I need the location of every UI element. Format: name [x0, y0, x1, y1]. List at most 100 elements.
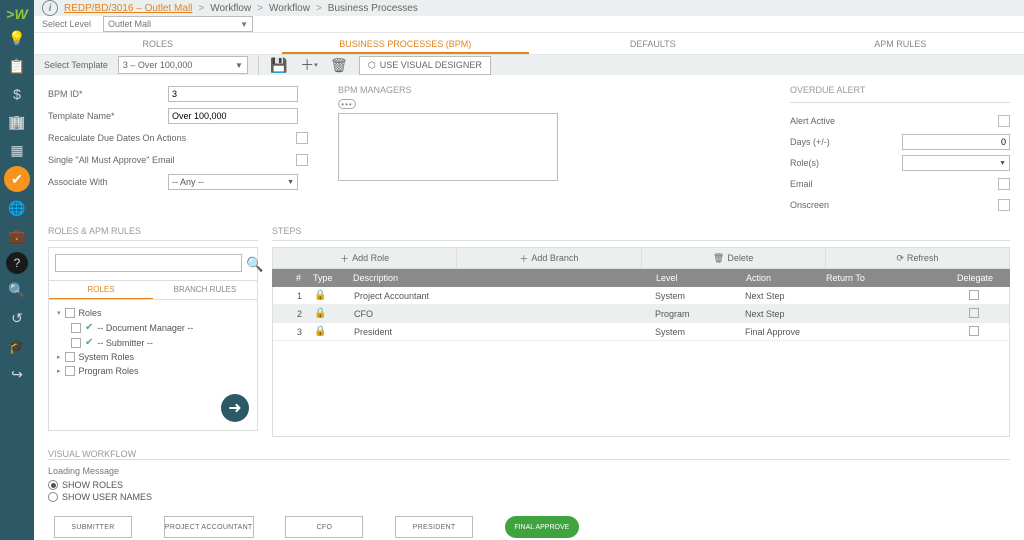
onscreen-checkbox[interactable] — [998, 199, 1010, 211]
caret-down-icon: ▼ — [240, 20, 248, 29]
steps-title: STEPS — [272, 226, 1010, 236]
plus-icon: ＋ — [340, 252, 349, 265]
trash-icon: 🗑 — [713, 253, 724, 264]
days-input[interactable] — [902, 134, 1010, 150]
wf-submitter[interactable]: SUBMITTER — [54, 516, 132, 538]
search-icon[interactable]: 🔍 — [246, 254, 263, 274]
overdue-column: OVERDUE ALERT Alert Active Days (+/-) Ro… — [790, 85, 1010, 214]
tab-bpm[interactable]: BUSINESS PROCESSES (BPM) — [282, 33, 530, 54]
template-select[interactable]: 3 – Over 100,000 ▼ — [118, 56, 248, 74]
nav-clipboard-icon[interactable]: 📋 — [5, 54, 29, 78]
visual-workflow: VISUAL WORKFLOW Loading Message SHOW ROL… — [48, 449, 1010, 540]
plus-icon: ＋ — [519, 252, 528, 265]
tree-submitter[interactable]: ✔-- Submitter -- — [57, 335, 249, 350]
form-left: BPM ID* Template Name* Recalculate Due D… — [48, 85, 308, 214]
email-checkbox[interactable] — [998, 178, 1010, 190]
tree-program[interactable]: ▸Program Roles — [57, 364, 249, 378]
delegate-checkbox[interactable] — [969, 326, 979, 336]
steps-header: # Type Description Level Action Return T… — [272, 269, 1010, 287]
alert-active-label: Alert Active — [790, 116, 890, 126]
add-branch-button[interactable]: ＋Add Branch — [457, 248, 641, 268]
tab-apm[interactable]: APM RULES — [777, 33, 1024, 54]
associate-select[interactable]: -- Any -- ▼ — [168, 174, 298, 190]
caret-down-icon: ▼ — [287, 179, 294, 186]
breadcrumb-project[interactable]: REDP/BD/3016 – Outlet Mall — [64, 3, 192, 14]
subtab-branch[interactable]: BRANCH RULES — [153, 281, 257, 299]
save-icon[interactable]: 💾 — [269, 55, 289, 75]
add-role-button[interactable]: ＋Add Role — [273, 248, 457, 268]
breadcrumb-1: Workflow — [210, 3, 251, 14]
wf-cfo[interactable]: CFO — [285, 516, 363, 538]
toolbar: Select Template 3 – Over 100,000 ▼ 💾 ＋▾ … — [34, 55, 1024, 75]
nav-dollar-icon[interactable]: $ — [5, 82, 29, 106]
delete-step-button[interactable]: 🗑Delete — [642, 248, 826, 268]
add-icon[interactable]: ＋▾ — [299, 55, 319, 75]
roles-panel-title: ROLES & APM RULES — [48, 226, 258, 236]
logo: >W — [6, 6, 27, 22]
show-roles-radio[interactable]: SHOW ROLES — [48, 480, 1010, 490]
nav-briefcase-icon[interactable]: 💼 — [5, 224, 29, 248]
step-row[interactable]: 3🔒 PresidentSystem Final Approve — [273, 323, 1009, 341]
show-users-radio[interactable]: SHOW USER NAMES — [48, 492, 1010, 502]
onscreen-label: Onscreen — [790, 200, 890, 210]
tree-root[interactable]: ▾Roles — [57, 306, 249, 320]
roles-tree: ▾Roles ✔-- Document Manager -- ✔-- Submi… — [49, 300, 257, 384]
single-email-checkbox[interactable] — [296, 154, 308, 166]
sidebar: >W 💡 📋 $ 🏢 ▦ ✔ 🌐 💼 ? 🔍 ↺ 🎓 ↪ — [0, 0, 34, 540]
nav-workflow-icon[interactable]: ✔ — [4, 166, 30, 192]
refresh-icon: ⟳ — [896, 253, 904, 264]
bpm-id-input[interactable] — [168, 86, 298, 102]
roles-label: Role(s) — [790, 158, 890, 168]
main: i REDP/BD/3016 – Outlet Mall > Workflow … — [34, 0, 1024, 540]
delegate-checkbox[interactable] — [969, 290, 979, 300]
vwf-title: VISUAL WORKFLOW — [48, 449, 1010, 459]
tree-system[interactable]: ▸System Roles — [57, 350, 249, 364]
tree-docmgr[interactable]: ✔-- Document Manager -- — [57, 320, 249, 335]
lock-icon: 🔒 — [314, 290, 326, 301]
wf-final-approve[interactable]: FINAL APPROVE — [505, 516, 579, 538]
tab-roles[interactable]: ROLES — [34, 33, 282, 54]
subtab-roles[interactable]: ROLES — [49, 281, 153, 299]
roles-panel: ROLES & APM RULES 🔍 ROLES BRANCH RULES ▾… — [48, 226, 258, 437]
nav-globe-icon[interactable]: 🌐 — [5, 196, 29, 220]
alert-active-checkbox[interactable] — [998, 115, 1010, 127]
roles-search-input[interactable] — [55, 254, 242, 272]
lock-icon: 🔒 — [314, 326, 326, 337]
caret-down-icon: ▼ — [235, 61, 243, 70]
nav-logout-icon[interactable]: ↪ — [5, 362, 29, 386]
nav-grad-icon[interactable]: 🎓 — [5, 334, 29, 358]
managers-more-icon[interactable]: ••• — [338, 99, 356, 109]
template-name-input[interactable] — [168, 108, 298, 124]
level-select[interactable]: Outlet Mall ▼ — [103, 16, 253, 32]
nav-building-icon[interactable]: 🏢 — [5, 110, 29, 134]
managers-box[interactable] — [338, 113, 558, 181]
step-row[interactable]: 1🔒 Project AccountantSystem Next Step — [273, 287, 1009, 305]
select-template-label: Select Template — [44, 60, 108, 70]
overdue-title: OVERDUE ALERT — [790, 85, 1010, 95]
step-row[interactable]: 2🔒 CFOProgram Next Step — [273, 305, 1009, 323]
select-level-label: Select Level — [42, 19, 91, 29]
nav-help-icon[interactable]: ? — [6, 252, 28, 274]
wf-president[interactable]: PRESIDENT — [395, 516, 473, 538]
roles-select[interactable]: ▼ — [902, 155, 1010, 171]
nav-bulb-icon[interactable]: 💡 — [5, 26, 29, 50]
tab-defaults[interactable]: DEFAULTS — [529, 33, 777, 54]
delegate-checkbox[interactable] — [969, 308, 979, 318]
delete-icon[interactable]: 🗑 — [329, 55, 349, 75]
wf-pa[interactable]: PROJECT ACCOUNTANT — [164, 516, 254, 538]
info-icon[interactable]: i — [42, 0, 58, 16]
refresh-button[interactable]: ⟳Refresh — [826, 248, 1009, 268]
workflow-diagram: SUBMITTER WITHDRAW ▶ PROJECT ACCOUNTANT … — [48, 516, 1010, 540]
nav-grid-icon[interactable]: ▦ — [5, 138, 29, 162]
breadcrumb-2: Workflow — [269, 3, 310, 14]
nav-search-icon[interactable]: 🔍 — [5, 278, 29, 302]
steps-panel: STEPS ＋Add Role ＋Add Branch 🗑Delete ⟳Ref… — [272, 226, 1010, 437]
visual-designer-button[interactable]: ⬡ USE VISUAL DESIGNER — [359, 56, 491, 75]
breadcrumb-3: Business Processes — [328, 3, 418, 14]
template-name-label: Template Name* — [48, 111, 168, 121]
managers-column: BPM MANAGERS ••• — [338, 85, 598, 214]
assign-arrow-button[interactable]: ➜ — [221, 394, 249, 422]
managers-title: BPM MANAGERS — [338, 85, 598, 95]
nav-history-icon[interactable]: ↺ — [5, 306, 29, 330]
recalc-checkbox[interactable] — [296, 132, 308, 144]
